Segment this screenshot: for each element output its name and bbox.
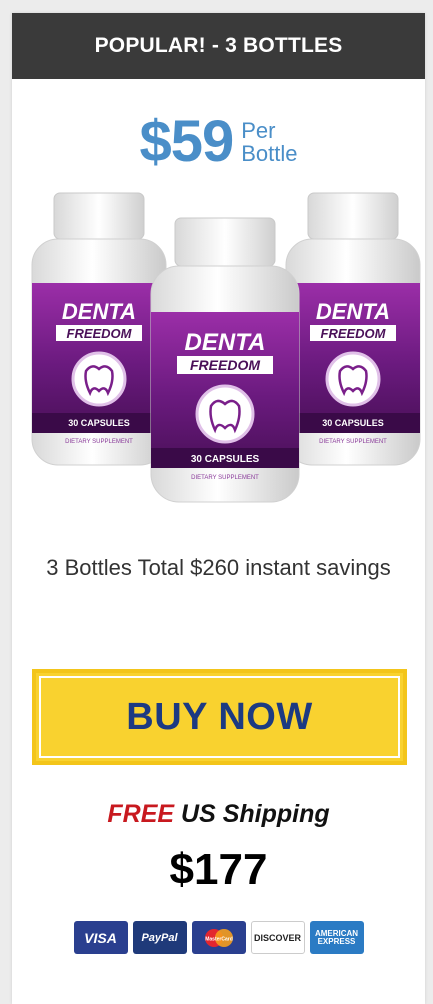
- amex-line2: EXPRESS: [317, 936, 356, 946]
- price-unit-line2: Bottle: [241, 141, 298, 166]
- bottle-brand-line2: FREEDOM: [190, 357, 260, 373]
- savings-text: 3 Bottles Total $260 instant savings: [46, 555, 391, 580]
- buy-now-label: BUY NOW: [126, 695, 313, 738]
- bottle-capsules: 30 CAPSULES: [68, 418, 130, 428]
- shipping-free: FREE: [107, 800, 175, 828]
- discover-label: DISCOVER: [253, 932, 301, 943]
- total-price: $177: [169, 845, 268, 894]
- paypal-icon: PayPal: [132, 921, 187, 954]
- bottle-supplement: DIETARY SUPPLEMENT: [191, 475, 259, 481]
- mastercard-label: MasterCard: [205, 936, 233, 942]
- bottle-brand-line2: FREEDOM: [321, 326, 387, 341]
- amex-icon: AMERICAN EXPRESS: [309, 921, 364, 954]
- price-unit-line1: Per: [241, 117, 276, 143]
- bottle-supplement: DIETARY SUPPLEMENT: [319, 439, 387, 445]
- paypal-label: PayPal: [141, 931, 178, 944]
- offer-card: POPULAR! - 3 BOTTLES $59 Per Bottle DENT…: [12, 13, 425, 1004]
- offer-title: POPULAR! - 3 BOTTLES: [94, 34, 343, 57]
- bottle-brand-line1: DENTA: [62, 299, 136, 324]
- bottle-capsules: 30 CAPSULES: [322, 418, 384, 428]
- price-per-bottle: $59 Per Bottle: [12, 113, 425, 171]
- discover-icon: DISCOVER: [250, 921, 305, 954]
- bottle-brand-line1: DENTA: [185, 329, 266, 356]
- mastercard-circles: MasterCard: [204, 928, 233, 947]
- payment-methods: VISA PayPal MasterCard DISCOVER AMERICAN…: [12, 921, 425, 954]
- bottle-brand-line1: DENTA: [316, 299, 390, 324]
- shipping-info: FREE US Shipping: [12, 800, 425, 829]
- buy-now-button[interactable]: BUY NOW: [32, 669, 407, 765]
- product-bottle-center: DENTA FREEDOM 30 CAPSULES DIETARY SUPPLE…: [145, 216, 305, 508]
- price-unit: Per Bottle: [241, 119, 297, 165]
- offer-header: POPULAR! - 3 BOTTLES: [12, 13, 425, 79]
- visa-icon: VISA: [73, 921, 128, 954]
- mastercard-icon: MasterCard: [191, 921, 246, 954]
- product-image-bottles: DENTA FREEDOM 30 CAPSULES DIETARY SUPPLE…: [12, 188, 425, 508]
- shipping-us: US Shipping: [181, 800, 330, 828]
- bottle-supplement: DIETARY SUPPLEMENT: [65, 439, 133, 445]
- visa-label: VISA: [84, 929, 117, 946]
- bottle-brand-line2: FREEDOM: [67, 326, 133, 341]
- price-amount: $59: [139, 109, 234, 174]
- bottle-capsules: 30 CAPSULES: [191, 454, 260, 465]
